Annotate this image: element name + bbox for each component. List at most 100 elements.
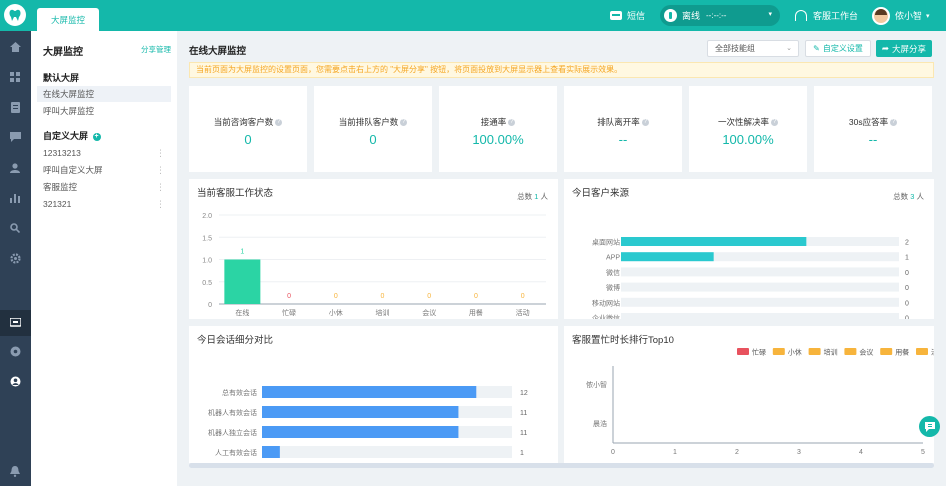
custom-screen-item[interactable]: 321321 ⋮ bbox=[37, 196, 171, 212]
user-name: 侬小智 bbox=[895, 11, 923, 21]
legend-swatch bbox=[844, 348, 857, 355]
chat-icon[interactable] bbox=[9, 131, 21, 143]
bar-track bbox=[621, 267, 899, 277]
bar bbox=[262, 426, 459, 438]
help-icon[interactable]: ? bbox=[400, 119, 408, 127]
kpi-value: 0 bbox=[369, 132, 377, 147]
data-label: 0 bbox=[427, 293, 431, 300]
nav-sidebar bbox=[0, 31, 31, 486]
kpi-card: 排队离开率? -- bbox=[564, 86, 682, 172]
bar bbox=[621, 237, 807, 246]
custom-settings-label: 自定义设置 bbox=[822, 44, 863, 53]
data-label: 0 bbox=[474, 293, 478, 300]
kpi-value: -- bbox=[618, 132, 628, 147]
add-icon[interactable]: + bbox=[92, 132, 101, 141]
bar-track bbox=[621, 297, 899, 307]
x-tick-label: 用餐 bbox=[469, 308, 483, 317]
custom-settings-button[interactable]: ✎ 自定义设置 bbox=[805, 40, 871, 57]
more-icon[interactable]: ⋮ bbox=[156, 145, 165, 161]
screen-item-online[interactable]: 在线大屏监控 bbox=[37, 86, 171, 102]
kpi-value: 100.00% bbox=[722, 132, 774, 147]
x-tick-label: 在线 bbox=[235, 308, 249, 317]
chat-help-button[interactable] bbox=[919, 416, 940, 437]
y-tick-label: 1.5 bbox=[202, 235, 212, 242]
user-menu[interactable]: 侬小智 ▾ bbox=[872, 0, 930, 31]
more-icon[interactable]: ⋮ bbox=[156, 179, 165, 195]
chevron-down-icon: ⌄ bbox=[786, 45, 792, 52]
more-icon[interactable]: ⋮ bbox=[156, 162, 165, 178]
custom-screen-item[interactable]: 客服监控 ⋮ bbox=[37, 179, 171, 195]
app-logo-icon[interactable] bbox=[4, 4, 26, 26]
help-icon[interactable]: ? bbox=[641, 119, 649, 127]
compass-icon[interactable] bbox=[9, 345, 21, 357]
x-tick-label: 1 bbox=[673, 449, 677, 456]
help-icon[interactable]: ? bbox=[890, 119, 898, 127]
sms-button[interactable]: 短信 bbox=[610, 0, 645, 31]
x-tick-label: 忙碌 bbox=[282, 308, 296, 317]
custom-screen-item[interactable]: 12313213 ⋮ bbox=[37, 145, 171, 161]
chevron-down-icon: ▾ bbox=[926, 12, 930, 20]
workbench-button[interactable]: 客服工作台 bbox=[795, 0, 858, 31]
bar-track bbox=[621, 282, 899, 292]
x-tick-label: 4 bbox=[859, 449, 863, 456]
more-icon[interactable]: ⋮ bbox=[156, 196, 165, 212]
legend-label: 小休 bbox=[788, 348, 802, 357]
custom-screen-item[interactable]: 呼叫自定义大屏 ⋮ bbox=[37, 162, 171, 178]
data-label: 12 bbox=[520, 390, 528, 397]
kpi-label: 30s应答率? bbox=[848, 117, 898, 127]
status-label: 离线 bbox=[682, 11, 701, 21]
kpi-value: 0 bbox=[244, 132, 252, 147]
legend-label: 培训 bbox=[824, 348, 838, 357]
bar bbox=[621, 252, 714, 262]
kpi-label: 当前排队客户数? bbox=[338, 117, 408, 127]
x-tick-label: 2 bbox=[735, 449, 739, 456]
screen-share-button[interactable]: ➦ 大屏分享 bbox=[876, 40, 932, 57]
skill-group-select[interactable]: 全部技能组 ⌄ bbox=[707, 40, 799, 57]
busy-ranking-card: 客服置忙时长排行Top10 忙碌小休培训会议用餐活动侬小智晨浩012345 bbox=[564, 326, 934, 463]
grid-icon[interactable] bbox=[9, 71, 21, 83]
agent-status-dropdown[interactable]: 离线 --:--:-- ▾ bbox=[660, 5, 780, 26]
bell-icon[interactable] bbox=[9, 465, 21, 477]
user-icon[interactable] bbox=[9, 162, 21, 174]
category-label: 晨浩 bbox=[593, 419, 607, 428]
screen-list-panel: 大屏监控 分享管理 默认大屏 在线大屏监控 呼叫大屏监控 自定义大屏 + 123… bbox=[31, 31, 177, 486]
x-tick-label: 小休 bbox=[329, 308, 343, 317]
panel-title: 大屏监控 bbox=[43, 47, 83, 58]
legend-swatch bbox=[772, 348, 785, 355]
data-label: 1 bbox=[240, 249, 244, 256]
category-label: 人工有效会话 bbox=[215, 448, 257, 457]
x-tick-label: 3 bbox=[797, 449, 801, 456]
data-label: 11 bbox=[520, 410, 527, 417]
help-icon[interactable]: ? bbox=[275, 119, 283, 127]
tab-screen-monitor[interactable]: 大屏监控 bbox=[37, 8, 99, 31]
legend-swatch bbox=[737, 348, 749, 355]
session-compare-card: 今日会话细分对比 总有效会话 12 机器人有效会话 11 机器人独立会话 11 人工有效会话… bbox=[189, 326, 558, 463]
screen-item-call[interactable]: 呼叫大屏监控 bbox=[37, 103, 171, 119]
category-label: 侬小智 bbox=[586, 380, 607, 389]
kpi-card: 一次性解决率? 100.00% bbox=[689, 86, 807, 172]
search-icon[interactable] bbox=[9, 222, 21, 234]
data-label: 0 bbox=[334, 293, 338, 300]
horizontal-scrollbar[interactable] bbox=[189, 463, 934, 468]
category-label: 企业微信 bbox=[592, 314, 620, 320]
bar-chart-icon[interactable] bbox=[9, 192, 21, 204]
category-label: 机器人有效会话 bbox=[208, 408, 257, 417]
bar bbox=[262, 446, 280, 458]
gear-icon[interactable] bbox=[9, 252, 21, 264]
profile-icon[interactable] bbox=[9, 375, 21, 387]
share-manage-link[interactable]: 分享管理 bbox=[141, 44, 171, 55]
help-icon[interactable]: ? bbox=[508, 119, 516, 127]
data-label: 0 bbox=[905, 285, 909, 292]
category-label: 微博 bbox=[606, 283, 620, 292]
category-label: 移动网站 bbox=[592, 298, 620, 307]
legend-label: 会议 bbox=[859, 348, 873, 357]
document-icon[interactable] bbox=[9, 101, 21, 113]
home-icon[interactable] bbox=[9, 41, 21, 53]
message-icon bbox=[610, 11, 622, 20]
busy-ranking-chart: 忙碌 小休 培训 会议 用餐 活动侬小智晨浩 0 1 2 3 4 5 bbox=[586, 348, 934, 457]
kpi-label: 接通率? bbox=[480, 117, 516, 127]
help-icon[interactable]: ? bbox=[771, 119, 778, 127]
y-tick-label: 0 bbox=[208, 302, 212, 309]
monitor-icon[interactable] bbox=[9, 317, 21, 329]
kpi-label: 一次性解决率? bbox=[717, 117, 778, 127]
